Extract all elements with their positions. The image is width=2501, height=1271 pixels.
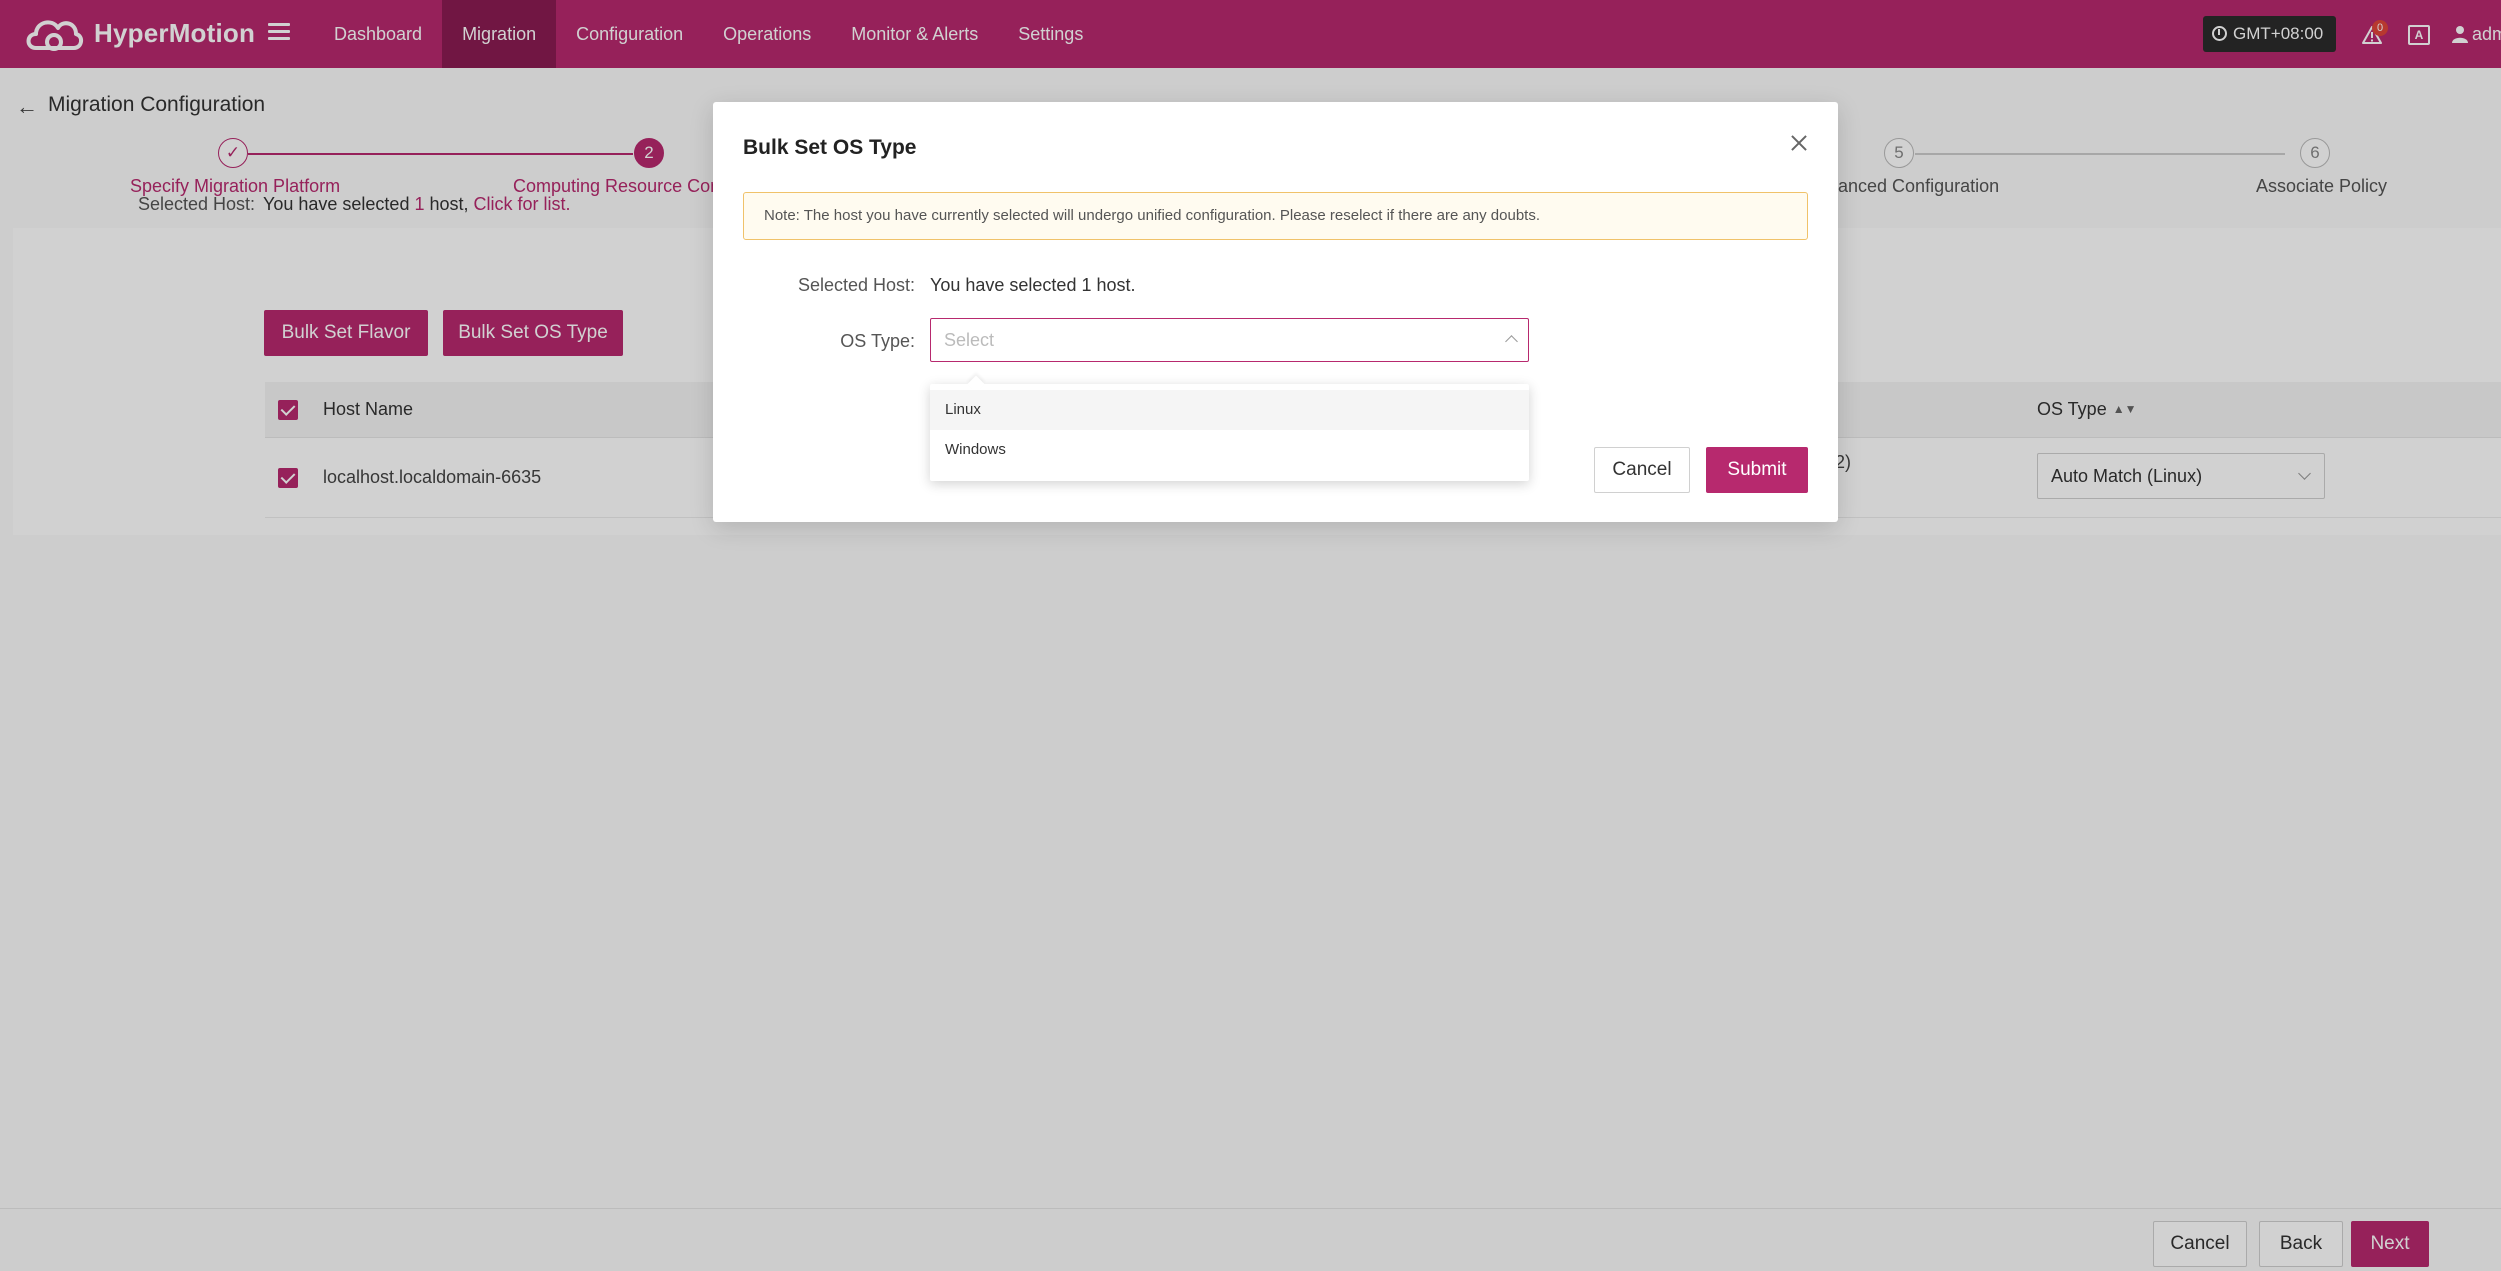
dialog-submit-button[interactable]: Submit <box>1706 447 1808 493</box>
bulk-set-os-type-dialog: Bulk Set OS Type Note: The host you have… <box>713 102 1838 522</box>
os-type-label: OS Type: <box>840 331 915 351</box>
option-linux[interactable]: Linux <box>930 390 1529 430</box>
os-type-options: Linux Windows <box>930 384 1529 481</box>
close-icon[interactable] <box>1787 131 1811 155</box>
warning-note: Note: The host you have currently select… <box>743 192 1808 240</box>
os-type-dropdown[interactable]: Select <box>930 318 1529 362</box>
option-windows[interactable]: Windows <box>930 430 1529 470</box>
dialog-selected-host-label: Selected Host: <box>797 275 915 295</box>
dialog-title: Bulk Set OS Type <box>743 136 917 159</box>
dialog-cancel-button[interactable]: Cancel <box>1594 447 1690 493</box>
dialog-selected-host-text: You have selected 1 host. <box>930 275 1136 295</box>
os-type-placeholder: Select <box>944 330 995 350</box>
chevron-up-icon <box>1505 335 1518 348</box>
